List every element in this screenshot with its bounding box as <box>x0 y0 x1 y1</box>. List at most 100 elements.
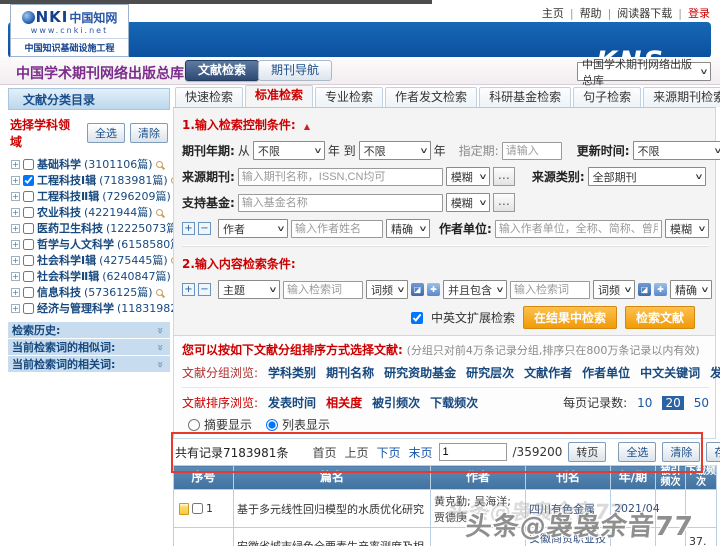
group-by-keyword[interactable]: 中文关键词 <box>640 364 700 381</box>
abstract-mode-radio[interactable] <box>188 419 200 431</box>
search-in-results-button[interactable]: 在结果中检索 <box>523 306 617 329</box>
tab-fund-search[interactable]: 科研基金检索 <box>479 87 571 107</box>
abstract-mode-option[interactable]: 摘要显示 <box>188 416 252 433</box>
next-page-link[interactable]: 下页 <box>376 444 400 461</box>
page-number-input[interactable] <box>439 443 507 461</box>
unit-match-select[interactable]: 模糊∨ <box>665 219 709 238</box>
panel-related-terms[interactable]: 当前检索词的相关词: » <box>8 356 170 373</box>
tab-literature-search[interactable]: 文献检索 <box>185 60 259 81</box>
search-term-input-2[interactable] <box>510 281 590 299</box>
category-label[interactable]: 工程科技Ⅱ辑 <box>37 188 99 204</box>
category-label[interactable]: 医药卫生科技 <box>37 220 103 236</box>
tree-expand-icon[interactable]: + <box>11 208 20 217</box>
group-by-journal[interactable]: 期刊名称 <box>326 364 374 381</box>
reader-download-link[interactable]: 阅读器下载 <box>617 5 672 21</box>
panel-search-history[interactable]: 检索历史: » <box>8 322 170 339</box>
per-page-10[interactable]: 10 <box>637 396 652 410</box>
first-page-link[interactable]: 首页 <box>312 444 336 461</box>
word-frequency-select-2[interactable]: 词频∨ <box>593 280 635 299</box>
category-checkbox[interactable] <box>23 191 34 202</box>
logic-operator-select[interactable]: 并且包含∨ <box>443 280 507 299</box>
list-mode-radio[interactable] <box>266 419 278 431</box>
category-checkbox[interactable] <box>23 239 34 250</box>
tree-expand-icon[interactable]: + <box>11 192 20 201</box>
tree-expand-icon[interactable]: + <box>11 288 20 297</box>
paper-title-link[interactable]: 安徽省城市绿色全要素生产率测度及相关影响因素实证分析 <box>234 528 431 546</box>
group-by-level[interactable]: 研究层次 <box>466 364 514 381</box>
clear-results-button[interactable]: 清除 <box>662 442 700 462</box>
category-checkbox[interactable] <box>23 223 34 234</box>
tree-expand-icon[interactable]: + <box>11 256 20 265</box>
collapse-triangle-icon[interactable]: ▲ <box>304 122 310 131</box>
per-page-20[interactable]: 20 <box>662 396 683 410</box>
word-frequency-select-1[interactable]: 词频∨ <box>366 280 408 299</box>
magnifier-icon[interactable] <box>156 289 163 296</box>
sort-by-cited[interactable]: 被引频次 <box>372 394 420 411</box>
home-link[interactable]: 主页 <box>542 5 564 21</box>
tab-professional-search[interactable]: 专业检索 <box>315 87 383 107</box>
prev-page-link[interactable]: 上页 <box>344 444 368 461</box>
tab-journal-navigation[interactable]: 期刊导航 <box>258 60 332 81</box>
sort-by-downloads[interactable]: 下载频次 <box>430 394 478 411</box>
search-button[interactable]: 检索文献 <box>625 306 695 329</box>
database-select[interactable]: 中国学术期刊网络出版总库 ∨ <box>577 62 711 81</box>
category-label[interactable]: 社会科学Ⅱ辑 <box>37 268 99 284</box>
category-checkbox[interactable] <box>23 303 34 314</box>
category-label[interactable]: 农业科技 <box>37 204 81 220</box>
more-button[interactable]: … <box>493 167 515 186</box>
category-checkbox[interactable] <box>23 159 34 170</box>
author-match-select[interactable]: 精确∨ <box>386 219 430 238</box>
cnki-logo[interactable]: NKI 中国知网 www.cnki.net 中国知识基础设施工程 <box>10 4 129 57</box>
add-row-icon[interactable]: + <box>182 222 195 235</box>
list-mode-option[interactable]: 列表显示 <box>266 416 330 433</box>
year-from-select[interactable]: 不限∨ <box>253 141 325 160</box>
tab-author-search[interactable]: 作者发文检索 <box>385 87 477 107</box>
help-link[interactable]: 帮助 <box>580 5 602 21</box>
source-journal-input[interactable] <box>238 168 443 186</box>
paper-journal[interactable]: 四川有色金属 <box>526 490 611 528</box>
year-to-select[interactable]: 不限∨ <box>359 141 431 160</box>
tree-expand-icon[interactable]: + <box>11 272 20 281</box>
goto-page-button[interactable]: 转页 <box>568 442 606 462</box>
paper-authors[interactable]: 黄克勤; 吴海洋; 贾德庚 <box>431 490 526 528</box>
category-label[interactable]: 信息科技 <box>37 284 81 300</box>
topic-field-select[interactable]: 主题∨ <box>218 280 280 299</box>
tree-expand-icon[interactable]: + <box>11 160 20 169</box>
author-name-input[interactable] <box>291 220 383 238</box>
sort-by-date[interactable]: 发表时间 <box>268 394 316 411</box>
last-page-link[interactable]: 末页 <box>409 444 433 461</box>
sort-by-relevance[interactable]: 相关度 <box>326 394 362 411</box>
cross-language-icon[interactable]: ✚ <box>654 283 667 296</box>
tab-source-journal-search[interactable]: 来源期刊检索 <box>643 87 720 107</box>
source-category-select[interactable]: 全部期刊∨ <box>588 167 706 186</box>
category-label[interactable]: 哲学与人文科学 <box>37 236 114 252</box>
clear-button[interactable]: 清除 <box>130 123 168 143</box>
magnifier-icon[interactable] <box>156 209 163 216</box>
tab-quick-search[interactable]: 快速检索 <box>175 87 243 107</box>
category-checkbox[interactable] <box>23 175 34 186</box>
group-by-fund[interactable]: 研究资助基金 <box>384 364 456 381</box>
tree-expand-icon[interactable]: + <box>11 224 20 233</box>
search-term-input-1[interactable] <box>283 281 363 299</box>
category-checkbox[interactable] <box>23 207 34 218</box>
category-label[interactable]: 社会科学Ⅰ辑 <box>37 252 96 268</box>
magnifier-icon[interactable] <box>156 161 163 168</box>
issue-input[interactable] <box>502 142 562 160</box>
expand-term-icon[interactable]: ◪ <box>638 283 651 296</box>
group-by-author[interactable]: 文献作者 <box>524 364 572 381</box>
expand-term-icon[interactable]: ◪ <box>411 283 424 296</box>
category-checkbox[interactable] <box>23 271 34 282</box>
extend-search-checkbox[interactable] <box>411 312 423 324</box>
update-time-select[interactable]: 不限∨ <box>633 141 720 160</box>
save-results-button[interactable]: 存盘 <box>706 442 720 462</box>
cross-language-icon[interactable]: ✚ <box>427 283 440 296</box>
content-match-select[interactable]: 精确∨ <box>670 280 712 299</box>
select-all-results-button[interactable]: 全选 <box>618 442 656 462</box>
group-by-subject[interactable]: 学科类别 <box>268 364 316 381</box>
tab-standard-search[interactable]: 标准检索 <box>245 85 313 107</box>
login-link[interactable]: 登录 <box>688 5 710 21</box>
remove-row-icon[interactable]: − <box>198 283 211 296</box>
paper-journal[interactable]: 安徽商贸职业技术学院学报(社会科学版) <box>526 528 611 546</box>
category-checkbox[interactable] <box>23 255 34 266</box>
paper-title-link[interactable]: 基于多元线性回归模型的水质优化研究 <box>234 490 431 528</box>
